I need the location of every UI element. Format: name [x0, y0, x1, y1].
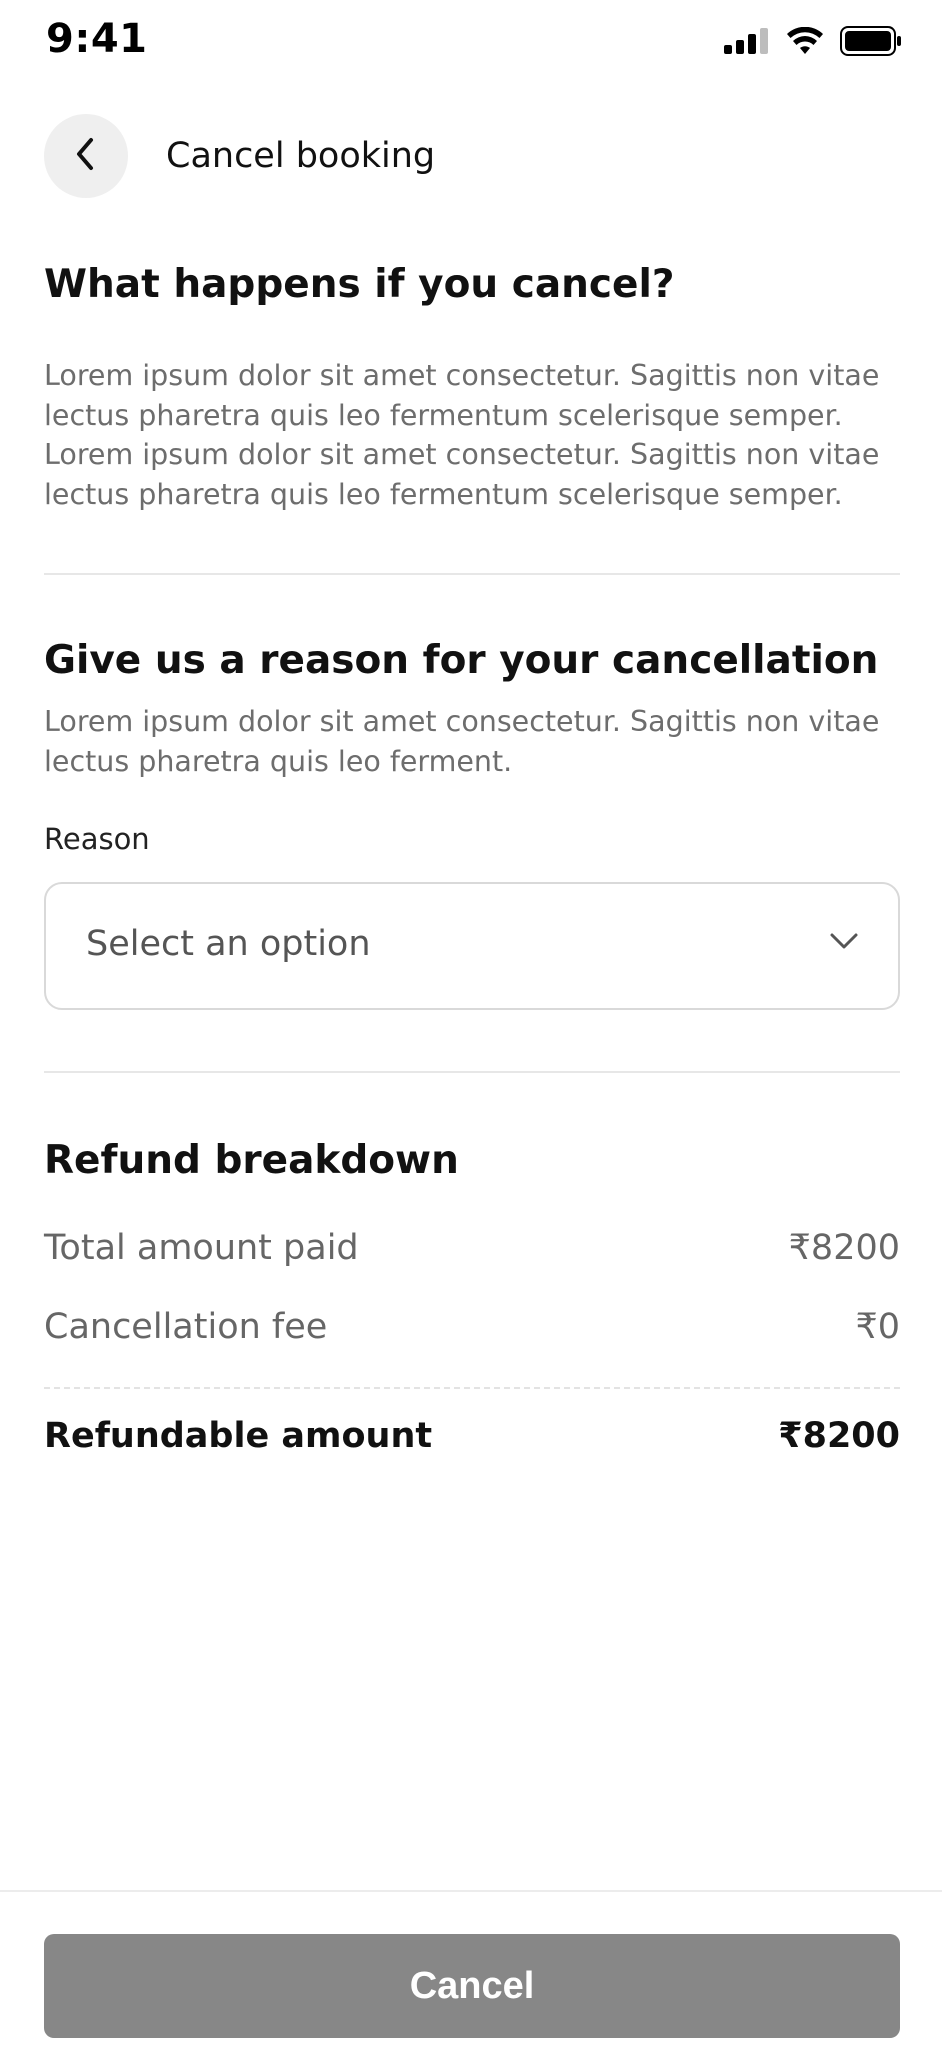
status-icons [724, 26, 902, 60]
refund-row-total-paid: Total amount paid ₹8200 [44, 1228, 900, 1268]
chevron-left-icon [71, 136, 101, 176]
refund-row-value: ₹8200 [788, 1228, 900, 1268]
what-happens-heading: What happens if you cancel? [44, 262, 675, 307]
refund-section: Refund breakdown [44, 1138, 900, 1185]
footer-divider [0, 1890, 942, 1892]
back-button[interactable] [44, 114, 128, 198]
status-bar: 9:41 [0, 0, 942, 84]
reason-select[interactable]: Select an option [44, 882, 900, 1010]
reason-label-wrap: Reason [44, 822, 900, 856]
refund-row-label: Total amount paid [44, 1228, 359, 1268]
refund-row-label: Cancellation fee [44, 1307, 328, 1347]
section-divider [44, 573, 900, 575]
refund-row-value: ₹0 [855, 1307, 900, 1347]
reason-body: Lorem ipsum dolor sit amet consectetur. … [44, 705, 880, 778]
reason-field-label: Reason [44, 822, 150, 856]
status-time: 9:41 [46, 16, 148, 62]
section-divider [44, 1071, 900, 1073]
refundable-amount-value: ₹8200 [778, 1416, 900, 1456]
signal-icon [724, 28, 770, 58]
what-happens-section: What happens if you cancel? [44, 262, 900, 309]
refundable-amount-row: Refundable amount ₹8200 [44, 1416, 900, 1456]
top-bar: Cancel booking [0, 114, 942, 200]
refund-heading: Refund breakdown [44, 1138, 459, 1183]
chevron-down-icon [828, 930, 860, 956]
dashed-divider [44, 1387, 900, 1389]
battery-icon [840, 26, 902, 60]
select-placeholder: Select an option [86, 924, 371, 964]
page-title: Cancel booking [166, 136, 436, 176]
what-happens-body-wrap: Lorem ipsum dolor sit amet consectetur. … [44, 356, 900, 514]
cancel-button[interactable]: Cancel [44, 1934, 900, 2038]
refundable-amount-label: Refundable amount [44, 1416, 433, 1456]
reason-section: Give us a reason for your cancellation [44, 638, 900, 685]
reason-body-wrap: Lorem ipsum dolor sit amet consectetur. … [44, 702, 900, 781]
wifi-icon [786, 26, 824, 59]
what-happens-body: Lorem ipsum dolor sit amet consectetur. … [44, 359, 880, 511]
reason-heading: Give us a reason for your cancellation [44, 638, 879, 683]
refund-row-cancellation-fee: Cancellation fee ₹0 [44, 1307, 900, 1347]
